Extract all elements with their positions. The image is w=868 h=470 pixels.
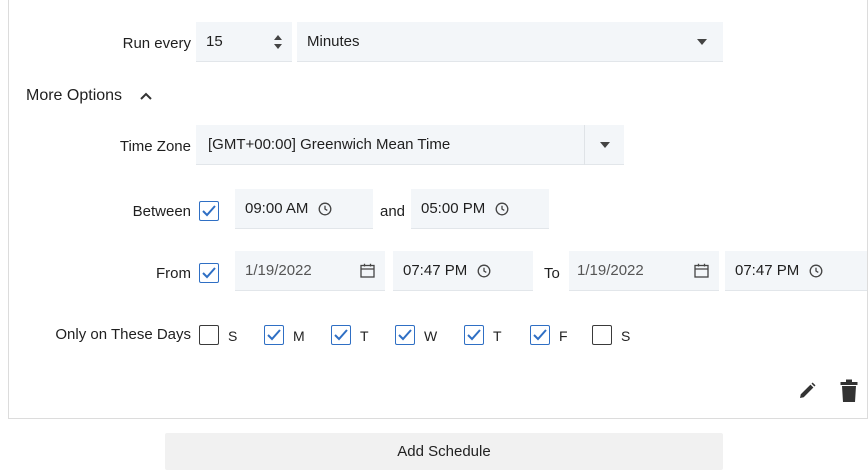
clock-icon[interactable] [495,202,509,216]
checkmark-icon [398,329,412,341]
checkmark-icon [267,329,281,341]
day-label-saturday: S [621,328,631,344]
from-end-time-value: 07:47 PM [735,262,800,279]
more-options-label: More Options [26,87,123,104]
time-zone-value: [GMT+00:00] Greenwich Mean Time [208,136,451,153]
run-every-label: Run every [122,35,191,52]
between-label: Between [132,203,191,220]
run-every-value: 15 [206,33,223,50]
run-every-unit-value: Minutes [307,33,360,50]
between-start-value: 09:00 AM [245,200,309,217]
day-checkbox-tuesday[interactable] [331,325,351,345]
day-checkbox-monday[interactable] [264,325,284,345]
day-label-wednesday: W [424,328,438,344]
day-label-thursday: T [493,328,502,344]
time-zone-select[interactable]: [GMT+00:00] Greenwich Mean Time [196,124,624,165]
clock-icon[interactable] [809,264,823,278]
from-label: From [156,265,191,282]
calendar-icon[interactable] [360,263,375,278]
between-end-time[interactable]: 05:00 PM [411,189,549,229]
run-every-unit-select[interactable]: Minutes [297,22,723,62]
checkmark-icon [533,329,547,341]
time-zone-label: Time Zone [119,138,191,155]
dropdown-icon [697,38,707,45]
day-checkbox-saturday[interactable] [592,325,612,345]
from-end-date-value: 1/19/2022 [577,262,644,279]
clock-icon[interactable] [477,264,491,278]
day-label-monday: M [293,328,305,344]
clock-icon[interactable] [318,202,332,216]
schedule-panel: Run every 15 Minutes More Options Time Z… [8,0,868,419]
from-start-date-value: 1/19/2022 [245,262,312,279]
checkmark-icon [202,267,216,279]
day-checkbox-wednesday[interactable] [395,325,415,345]
between-checkbox[interactable] [199,201,219,221]
checkmark-icon [467,329,481,341]
from-end-time[interactable]: 07:47 PM [725,251,867,291]
checkmark-icon [334,329,348,341]
trash-icon[interactable] [840,379,858,403]
day-checkbox-thursday[interactable] [464,325,484,345]
day-checkbox-friday[interactable] [530,325,550,345]
from-end-date[interactable]: 1/19/2022 [569,251,719,291]
day-label-tuesday: T [360,328,369,344]
add-schedule-button[interactable]: Add Schedule [165,433,723,470]
between-start-time[interactable]: 09:00 AM [235,189,373,229]
to-label: To [544,265,560,282]
calendar-icon[interactable] [694,263,709,278]
run-every-input[interactable]: 15 [196,22,292,62]
dropdown-icon[interactable] [584,124,624,165]
edit-icon[interactable] [797,381,817,401]
from-start-time[interactable]: 07:47 PM [393,251,533,291]
from-checkbox[interactable] [199,263,219,283]
stepper-icon[interactable] [272,32,284,52]
day-label-sunday: S [228,328,238,344]
day-checkbox-sunday[interactable] [199,325,219,345]
chevron-up-icon [140,92,152,100]
from-start-date[interactable]: 1/19/2022 [235,251,385,291]
from-start-time-value: 07:47 PM [403,262,468,279]
more-options-toggle[interactable]: More Options [26,87,152,105]
day-label-friday: F [559,328,568,344]
between-and-label: and [380,203,406,220]
days-label: Only on These Days [55,326,191,343]
checkmark-icon [202,205,216,217]
between-end-value: 05:00 PM [421,200,486,217]
